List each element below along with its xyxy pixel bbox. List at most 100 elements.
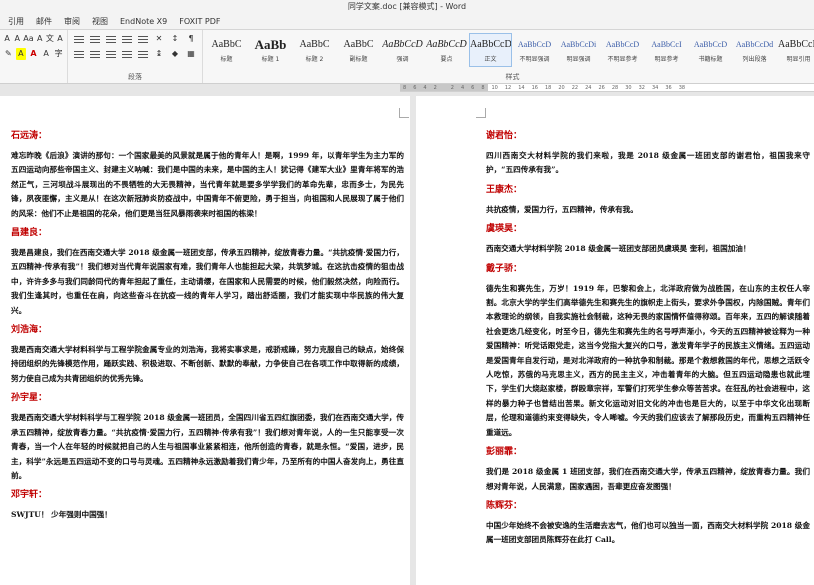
style-sample: AaBbCcI xyxy=(651,40,682,49)
author-name: 石远涛： xyxy=(11,131,48,141)
ribbon: A A Aa A 文 A ✎ A A A 字 ✕ ↕ ¶ ↨ ◆ ▦ 段落 AaBbC 标题 AaBb… xyxy=(0,30,814,84)
font-tool-icon[interactable]: A xyxy=(28,48,39,60)
style-sample: AaBb xyxy=(254,37,287,52)
justify-icon[interactable] xyxy=(120,48,134,60)
style-gallery-item[interactable]: AaBbCcD 不明显参考 xyxy=(601,33,644,67)
font-tool-icon[interactable]: A xyxy=(36,33,44,45)
ruler-tick: 24 xyxy=(585,85,592,91)
author-name: 王康杰： xyxy=(486,184,523,195)
styles-group: AaBbC 标题 AaBb 标题 1 AaBbC 标题 2 AaBbC 副标题 AaBbCcD 强… xyxy=(203,30,814,83)
ruler-tick: 34 xyxy=(652,85,659,91)
style-gallery-item[interactable]: AaBbCcDi 明显强调 xyxy=(557,33,600,67)
style-gallery-item[interactable]: AaBbCcDd 正文 xyxy=(469,33,512,67)
ruler-tick: 38 xyxy=(678,85,686,91)
style-gallery-item[interactable]: AaBbCcDd 明显引用 xyxy=(777,33,814,67)
chinese-layout-icon[interactable]: ✕ xyxy=(152,33,166,45)
style-gallery-item[interactable]: AaBbCcD 书籍标题 xyxy=(689,33,732,67)
ribbon-tab[interactable]: 审阅 xyxy=(64,16,80,27)
ruler-tick: 4 xyxy=(460,85,465,91)
multilevel-list-icon[interactable] xyxy=(104,33,118,45)
ribbon-tab[interactable]: 视图 xyxy=(92,16,108,27)
line-spacing-icon[interactable]: ↨ xyxy=(152,48,166,60)
style-sample: AaBbCcDd xyxy=(778,39,814,50)
align-right-icon[interactable] xyxy=(104,48,118,60)
paragraph-text: 德先生和赛先生，万岁！1919 年，巴黎和会上，北洋政府做为战胜国，在山东的主权… xyxy=(486,283,810,437)
style-sample: AaBbCcDd xyxy=(470,39,511,50)
ribbon-tabs: 引用 邮件 审阅 视图 EndNote X9 FOXIT PDF xyxy=(0,13,814,30)
distributed-icon[interactable] xyxy=(136,48,150,60)
ruler-tick: 8 xyxy=(481,85,485,91)
style-name: 不明显强调 xyxy=(519,56,550,63)
style-name: 明显强调 xyxy=(566,56,591,63)
align-left-icon[interactable] xyxy=(72,48,86,60)
font-tool-icon[interactable]: Aa xyxy=(23,33,33,45)
paragraph-text: 难忘昨晚《后浪》演讲的那句：一个国家最美的风景就是属于他的青年人！是啊，1999… xyxy=(11,151,404,218)
style-name: 标题 2 xyxy=(305,56,324,63)
ruler-tick: 8 xyxy=(403,85,407,91)
paragraph-text: 四川西南交大材料学院的我们来啦，我是 2018 级金属一班团支部的谢君怡，祖国我… xyxy=(486,151,810,175)
bullets-icon[interactable] xyxy=(72,33,86,45)
style-name: 标题 xyxy=(220,56,233,63)
paragraph-text: 我们是 2018 级金属 1 班团支部，我们在西南交通大学，传承五四精神，绽放青… xyxy=(486,467,810,491)
borders-icon[interactable]: ▦ xyxy=(184,48,198,60)
style-gallery-item[interactable]: AaBbCcDd 列出段落 xyxy=(733,33,776,67)
style-name: 副标题 xyxy=(349,56,368,63)
style-gallery-item[interactable]: AaBbCcD 强调 xyxy=(381,33,424,67)
crop-mark xyxy=(476,108,486,118)
style-name: 列出段落 xyxy=(742,56,767,63)
horizontal-ruler[interactable]: 8 6 4 2 2 4 6 8 10 12 14 16 18 20 22 24 26 28 30 32 34 36 38 xyxy=(400,84,814,92)
styles-group-label: 样式 xyxy=(505,73,520,81)
font-tool-icon[interactable]: A xyxy=(13,33,21,45)
ruler-tick: 28 xyxy=(611,85,619,91)
author-name: 陈辉芬： xyxy=(486,500,523,511)
ribbon-tab[interactable]: 邮件 xyxy=(36,16,52,27)
ruler-tick: 30 xyxy=(625,85,632,91)
author-name: 彭丽霏： xyxy=(486,447,523,458)
increase-indent-icon[interactable] xyxy=(136,33,150,45)
align-center-icon[interactable] xyxy=(88,48,102,60)
style-gallery-item[interactable]: AaBb 标题 1 xyxy=(249,33,292,67)
numbering-icon[interactable] xyxy=(88,33,102,45)
paragraph-text: 我是西南交通大学材料科学与工程学院 2018 级金属一班团员，全国四川省五四红旗… xyxy=(11,413,404,480)
page-right[interactable]: 谢君怡： 四川西南交大材料学院的我们来啦，我是 2018 级金属一班团支部的谢君怡… xyxy=(416,96,814,585)
style-gallery-item[interactable]: AaBbC 副标题 xyxy=(337,33,380,67)
style-gallery-item[interactable]: AaBbCcD 要点 xyxy=(425,33,468,67)
paragraph-text: 中国少年始终不会被安逸的生活磨去志气，他们也可以独当一面，西南交大材料学院 20… xyxy=(486,520,810,545)
ruler-tick: 32 xyxy=(638,85,645,91)
style-gallery-item[interactable]: AaBbC 标题 2 xyxy=(293,33,336,67)
style-sample: AaBbC xyxy=(299,39,330,50)
style-gallery-item[interactable]: AaBbCcD 不明显强调 xyxy=(513,33,556,67)
author-name: 昌建良： xyxy=(11,228,48,239)
ruler-tick: 10 xyxy=(491,85,498,91)
window-title: 同学文案.doc [兼容模式] - Word xyxy=(0,0,814,13)
font-tool-icon[interactable]: A xyxy=(56,33,64,45)
font-tool-icon[interactable]: ✎ xyxy=(3,48,14,60)
document-area[interactable]: 石远涛： 难忘昨晚《后浪》演讲的那句：一个国家最美的风景就是属于他的青年人！是啊，… xyxy=(0,92,814,585)
sort-icon[interactable]: ↕ xyxy=(168,33,182,45)
style-sample: AaBbCcD xyxy=(693,40,728,49)
paragraph-group-label: 段落 xyxy=(128,73,142,81)
font-tool-icon[interactable]: 字 xyxy=(53,48,64,60)
shading-icon[interactable]: ◆ xyxy=(168,48,182,60)
author-name: 虞瑛昊： xyxy=(486,224,523,235)
ruler-tick: 36 xyxy=(665,85,672,91)
ribbon-tab[interactable]: EndNote X9 xyxy=(120,17,167,26)
style-gallery-item[interactable]: AaBbCcI 明显参考 xyxy=(645,33,688,67)
decrease-indent-icon[interactable] xyxy=(120,33,134,45)
right-page-content[interactable]: 谢君怡： 四川西南交大材料学院的我们来啦，我是 2018 级金属一班团支部的谢君怡… xyxy=(486,124,810,552)
left-page-content[interactable]: 石远涛： 难忘昨晚《后浪》演讲的那句：一个国家最美的风景就是属于他的青年人！是啊，… xyxy=(11,124,404,527)
style-sample: AaBbCcD xyxy=(605,40,640,49)
font-tool-icon[interactable]: A xyxy=(3,33,11,45)
style-gallery-item[interactable]: AaBbC 标题 xyxy=(205,33,248,67)
font-tool-icon[interactable]: A xyxy=(41,48,52,60)
font-tool-icon[interactable]: A xyxy=(15,48,27,60)
ribbon-tab[interactable]: 引用 xyxy=(8,16,24,27)
author-name: 孙宇星： xyxy=(11,393,48,404)
show-marks-icon[interactable]: ¶ xyxy=(184,33,198,45)
ruler-tick: 22 xyxy=(571,85,579,91)
font-group: A A Aa A 文 A ✎ A A A 字 xyxy=(0,30,68,83)
page-left[interactable]: 石远涛： 难忘昨晚《后浪》演讲的那句：一个国家最美的风景就是属于他的青年人！是啊，… xyxy=(0,96,410,585)
ribbon-tab[interactable]: FOXIT PDF xyxy=(179,17,220,26)
font-tool-icon[interactable]: 文 xyxy=(46,33,54,45)
ruler-tick: 18 xyxy=(545,85,552,91)
